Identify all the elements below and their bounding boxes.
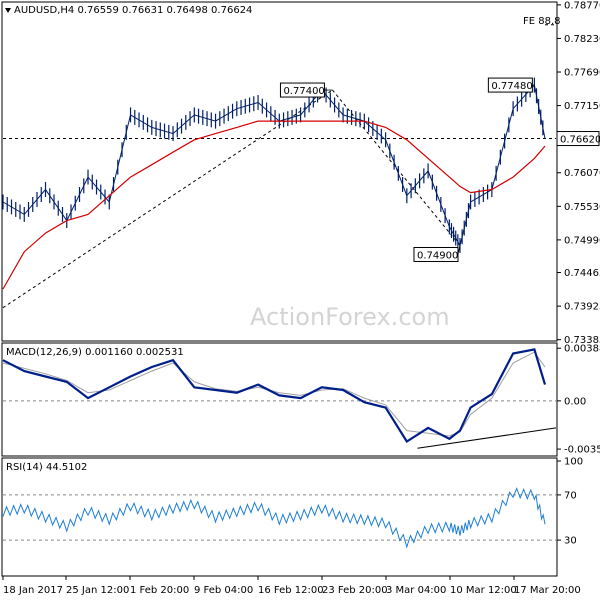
x-tick-label: 25 Jan 12:00 xyxy=(66,585,129,596)
price-y-tick-label: 0.75530 xyxy=(564,202,600,213)
annotation-label: 0.77400 xyxy=(283,86,324,97)
x-tick-label: 17 Mar 20:00 xyxy=(514,585,581,596)
x-tick-label: 3 Mar 04:00 xyxy=(386,585,446,596)
annotation-label: 0.77480 xyxy=(491,81,532,92)
x-tick-label: 1 Feb 20:00 xyxy=(130,585,189,596)
annotation-label: 0.74900 xyxy=(417,250,458,261)
chart-svg: AUDUSD,H4 0.76559 0.76631 0.76498 0.7662… xyxy=(0,0,600,600)
macd-y-tick-label: 0.003888 xyxy=(564,344,600,355)
macd-title: MACD(12,26,9) 0.001160 0.002531 xyxy=(6,347,184,358)
chart-root: AUDUSD,H4 0.76559 0.76631 0.76498 0.7662… xyxy=(0,0,600,600)
current-price-label: 0.76620 xyxy=(560,135,600,146)
price-y-tick-label: 0.77150 xyxy=(564,101,600,112)
rsi-y-tick-label: 70 xyxy=(564,490,577,501)
x-tick-label: 23 Feb 20:00 xyxy=(322,585,388,596)
price-title: AUDUSD,H4 0.76559 0.76631 0.76498 0.7662… xyxy=(14,5,252,16)
price-y-tick-label: 0.74465 xyxy=(564,268,600,279)
price-y-tick-label: 0.78230 xyxy=(564,34,600,45)
x-tick-label: 10 Mar 12:00 xyxy=(450,585,517,596)
rsi-title: RSI(14) 44.5102 xyxy=(6,462,87,473)
price-y-tick-label: 0.73925 xyxy=(564,302,600,313)
price-y-tick-label: 0.74990 xyxy=(564,235,600,246)
watermark: ActionForex.com xyxy=(250,303,450,331)
rsi-y-tick-label: 30 xyxy=(564,536,577,547)
x-tick-label: 16 Feb 12:00 xyxy=(258,585,324,596)
price-y-tick-label: 0.78770 xyxy=(564,0,600,11)
price-y-tick-label: 0.76070 xyxy=(564,168,600,179)
x-tick-label: 18 Jan 2017 xyxy=(3,585,63,596)
price-y-tick-label: 0.77690 xyxy=(564,68,600,79)
macd-y-tick-label: 0.00 xyxy=(564,396,586,407)
x-tick-label: 9 Feb 04:00 xyxy=(194,585,253,596)
macd-y-tick-label: -0.003564 xyxy=(564,445,600,456)
rsi-y-tick-label: 100 xyxy=(564,457,583,468)
fibo-label: FE 88.8 xyxy=(523,16,561,27)
